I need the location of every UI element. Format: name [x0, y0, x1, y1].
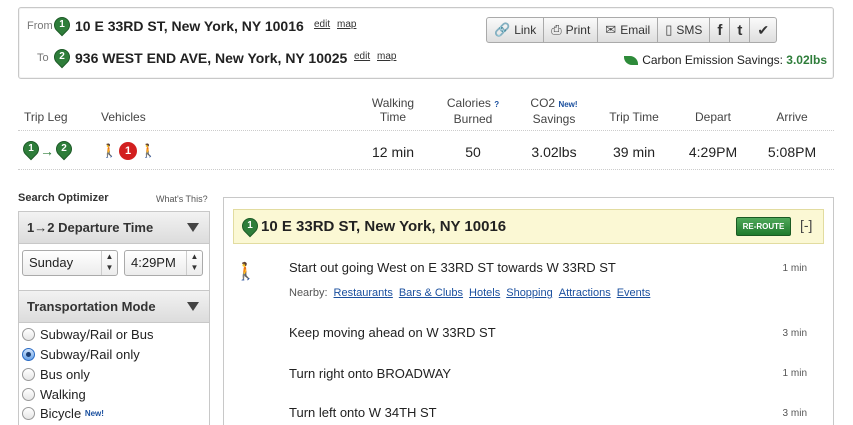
twitter-icon: t	[737, 21, 743, 39]
nearby-hotels-link[interactable]: Hotels	[469, 287, 500, 299]
leg-start-marker-icon: 1	[19, 137, 43, 161]
header-depart: Depart	[694, 110, 732, 124]
radio-button[interactable]	[22, 407, 35, 420]
header-calories: Calories ? Burned	[446, 96, 500, 126]
arrow-right-icon: →	[40, 143, 54, 159]
walking-time-value: 12 min	[371, 144, 415, 160]
step-duration: 3 min	[782, 328, 807, 339]
mode-option[interactable]: Bus only	[22, 367, 90, 382]
select-arrows-icon: ▲ ▼	[101, 251, 117, 275]
reroute-button[interactable]: RE-ROUTE	[736, 217, 791, 236]
whats-this-link[interactable]: What's This?	[156, 194, 208, 204]
print-button[interactable]: ⎙ Print	[544, 18, 599, 42]
leg-end-marker-icon: 2	[52, 137, 76, 161]
to-address: 936 WEST END AVE, New York, NY 10025	[75, 50, 348, 66]
facebook-button[interactable]: f	[710, 18, 731, 42]
header-arrive: Arrive	[776, 110, 808, 124]
step-duration: 1 min	[782, 368, 807, 379]
from-edit-link[interactable]: edit	[314, 19, 330, 30]
nearby-restaurants-link[interactable]: Restaurants	[334, 287, 393, 299]
nearby-bars-clubs-link[interactable]: Bars & Clubs	[399, 287, 463, 299]
facebook-icon: f	[717, 21, 723, 39]
calories-value: 50	[465, 144, 481, 160]
departure-time-header[interactable]: 1→2 Departure Time	[19, 212, 209, 244]
co2-savings-value: 3.02lbs	[531, 144, 577, 160]
link-button[interactable]: 🔗 Link	[487, 18, 545, 42]
check-button[interactable]: ✔	[750, 18, 776, 42]
nearby-events-link[interactable]: Events	[617, 287, 651, 299]
checkmark-icon: ✔	[757, 21, 770, 38]
walk-icon: 🚶	[101, 143, 118, 158]
from-label: From	[27, 20, 53, 32]
direction-step: Start out going West on E 33RD ST toward…	[289, 260, 616, 275]
printer-icon: ⎙	[551, 22, 562, 37]
nearby-links: Nearby: Restaurants Bars & Clubs Hotels …	[289, 287, 651, 299]
search-optimizer-title: Search Optimizer	[18, 192, 109, 204]
email-button[interactable]: ✉ Email	[598, 18, 659, 42]
carbon-savings: Carbon Emission Savings: 3.02lbs	[624, 53, 827, 67]
radio-button[interactable]	[22, 388, 35, 401]
from-address: 10 E 33RD ST, New York, NY 10016	[75, 18, 304, 34]
mode-option[interactable]: Subway/Rail or Bus	[22, 327, 153, 342]
step-duration: 3 min	[782, 408, 807, 419]
leaf-icon	[624, 56, 639, 66]
direction-step: Keep moving ahead on W 33RD ST	[289, 325, 496, 340]
collapse-triangle-icon	[187, 223, 199, 232]
trip-planner-page: From 1 10 E 33RD ST, New York, NY 10016 …	[0, 0, 853, 425]
header-walking-time: Walking Time	[371, 96, 415, 124]
radio-button-selected[interactable]	[22, 348, 35, 361]
step-duration: 1 min	[782, 263, 807, 274]
to-edit-link[interactable]: edit	[354, 51, 370, 62]
direction-step: Turn right onto BROADWAY	[289, 366, 452, 381]
depart-value: 4:29PM	[688, 144, 738, 160]
to-label: To	[37, 52, 49, 64]
radio-button[interactable]	[22, 328, 35, 341]
link-icon: 🔗	[494, 22, 511, 37]
summary-divider-bottom	[18, 169, 834, 170]
arrive-value: 5:08PM	[767, 144, 817, 160]
direction-step: Turn left onto W 34TH ST	[289, 405, 437, 420]
twitter-button[interactable]: t	[730, 18, 751, 42]
collapse-triangle-icon	[187, 302, 199, 311]
mode-option[interactable]: Walking	[22, 387, 86, 402]
envelope-icon: ✉	[605, 22, 617, 37]
sms-button[interactable]: ▯ SMS	[658, 18, 711, 42]
header-trip-time: Trip Time	[609, 110, 659, 124]
mode-option[interactable]: Subway/Rail only	[22, 347, 140, 362]
to-map-link[interactable]: map	[377, 51, 396, 62]
carbon-savings-value: 3.02lbs	[786, 53, 827, 67]
summary-divider-top	[18, 130, 834, 131]
nearby-shopping-link[interactable]: Shopping	[506, 287, 553, 299]
radio-button[interactable]	[22, 368, 35, 381]
share-toolbar: 🔗 Link ⎙ Print ✉ Email ▯ SMS f t ✔	[486, 17, 778, 43]
nearby-attractions-link[interactable]: Attractions	[559, 287, 611, 299]
walk-icon: 🚶	[140, 143, 157, 158]
from-map-link[interactable]: map	[337, 19, 356, 30]
select-arrows-icon: ▲ ▼	[186, 251, 202, 275]
trip-time-value: 39 min	[612, 144, 656, 160]
header-vehicles: Vehicles	[101, 110, 146, 124]
mode-option[interactable]: Bicycle New!	[22, 406, 104, 421]
co2-new-badge: New!	[558, 100, 578, 109]
phone-icon: ▯	[665, 22, 673, 37]
walk-icon: 🚶	[235, 262, 257, 281]
bus-route-badge: 1	[119, 142, 137, 160]
bicycle-new-badge: New!	[84, 409, 104, 418]
time-select[interactable]: 4:29PM ▲ ▼	[124, 250, 203, 276]
directions-start-address: 10 E 33RD ST, New York, NY 10016	[261, 218, 507, 235]
header-co2-savings: CO2 New! Savings	[530, 96, 578, 126]
day-select[interactable]: Sunday ▲ ▼	[22, 250, 118, 276]
transportation-mode-header[interactable]: Transportation Mode	[19, 291, 209, 323]
header-trip-leg: Trip Leg	[24, 110, 68, 124]
collapse-toggle[interactable]: [-]	[800, 217, 812, 233]
calories-help-icon[interactable]: ?	[494, 100, 499, 109]
